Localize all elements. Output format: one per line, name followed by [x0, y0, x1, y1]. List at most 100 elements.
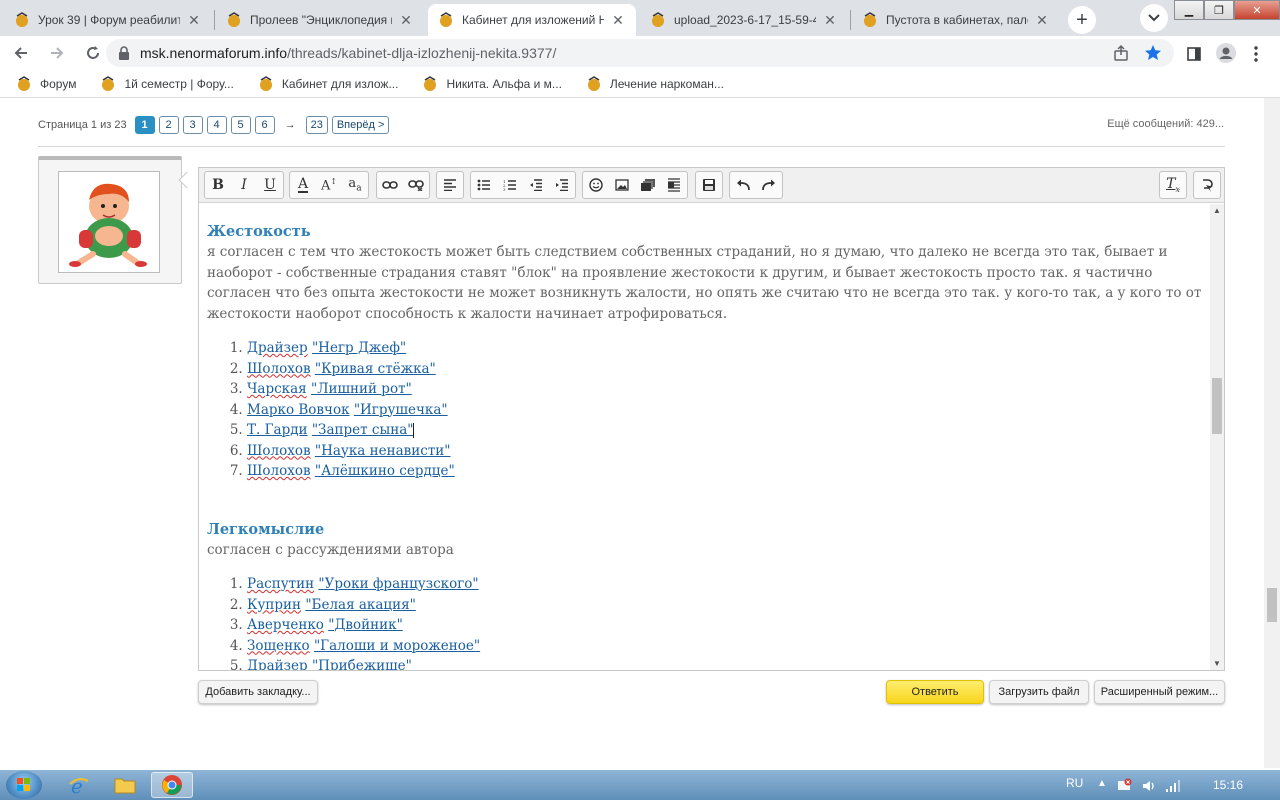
close-icon[interactable]: ✕ [398, 12, 414, 28]
reply-button[interactable]: Ответить [886, 680, 984, 704]
history-group [729, 171, 783, 199]
add-bookmark-button[interactable]: Добавить закладку... [198, 680, 318, 704]
scroll-down-icon[interactable]: ▼ [1213, 659, 1221, 668]
bookmark-item[interactable]: Никита. Альфа и м... [422, 75, 562, 92]
window-close-button[interactable]: ✕ [1234, 0, 1280, 20]
outdent-button[interactable] [523, 172, 549, 198]
browser-toolbar: msk.nenormaforum.info/threads/kabinet-dl… [0, 36, 1280, 70]
page-scroll-thumb[interactable] [1267, 588, 1277, 622]
start-button[interactable] [6, 771, 42, 799]
taskbar-chrome[interactable] [151, 772, 193, 798]
new-tab-button[interactable]: + [1068, 6, 1096, 34]
text-color-button[interactable]: A [290, 172, 316, 198]
editor-content[interactable]: Жестокость я согласен с тем что жестокос… [199, 204, 1210, 670]
page-scrollbar[interactable] [1264, 98, 1280, 768]
clock[interactable]: 15:16 [1213, 778, 1243, 792]
section-text: я согласен с тем что жестокость может бы… [207, 244, 1202, 322]
profile-button[interactable] [1215, 42, 1237, 64]
minimize-button[interactable]: ▁ [1174, 0, 1204, 20]
save-draft-button[interactable] [696, 172, 722, 198]
tab-search-button[interactable] [1140, 4, 1168, 32]
page-link-2[interactable]: 2 [158, 116, 179, 134]
bookmark-item[interactable]: Форум [16, 75, 76, 92]
link-button[interactable] [377, 172, 403, 198]
page-link-3[interactable]: 3 [182, 116, 203, 134]
reload-button[interactable] [78, 38, 108, 68]
bold-button[interactable]: B [205, 172, 231, 198]
redo-button[interactable] [756, 172, 782, 198]
taskbar-explorer[interactable] [104, 772, 146, 798]
close-icon[interactable]: ✕ [822, 12, 838, 28]
upload-file-button[interactable]: Загрузить файл [989, 680, 1089, 704]
bookmark-item[interactable]: 1й семестр | Фору... [100, 75, 234, 92]
smiley-icon [589, 178, 603, 192]
menu-button[interactable] [1246, 44, 1266, 64]
editor-scroll-thumb[interactable] [1212, 378, 1222, 434]
share-icon[interactable] [1112, 44, 1130, 62]
page-content: Страница 1 из 23 1 2 3 4 5 6 → 23 Вперёд… [0, 98, 1264, 768]
font-size-button[interactable]: A↕ [316, 172, 342, 198]
language-indicator[interactable]: RU [1066, 776, 1083, 790]
unlink-button[interactable] [403, 172, 429, 198]
numbered-list-button[interactable]: 123 [497, 172, 523, 198]
side-panel-button[interactable] [1184, 44, 1204, 64]
scroll-up-icon[interactable]: ▲ [1213, 206, 1221, 215]
forum-favicon-icon [16, 12, 28, 27]
forward-button[interactable] [42, 38, 72, 68]
user-block [38, 156, 182, 284]
tray-expand-icon[interactable]: ▲ [1097, 778, 1107, 789]
forum-favicon-icon [587, 75, 600, 91]
tab-1[interactable]: Пролеев "Энциклопедия п ✕ [216, 4, 424, 36]
next-page-link[interactable]: Вперёд > [331, 116, 390, 134]
close-icon[interactable]: ✕ [186, 12, 202, 28]
close-icon[interactable]: ✕ [610, 12, 626, 28]
page-link-4[interactable]: 4 [206, 116, 227, 134]
media-button[interactable] [635, 172, 661, 198]
page-link-1[interactable]: 1 [134, 116, 155, 134]
network-warning-icon[interactable] [1116, 778, 1132, 794]
outdent-icon [530, 179, 542, 191]
bbcode-group [1193, 171, 1221, 199]
page-link-5[interactable]: 5 [230, 116, 251, 134]
avatar[interactable] [58, 171, 160, 273]
quote-button[interactable] [661, 172, 687, 198]
image-button[interactable] [609, 172, 635, 198]
url-text: msk.nenormaforum.info/threads/kabinet-dl… [140, 45, 557, 61]
advanced-mode-button[interactable]: Расширенный режим... [1094, 680, 1225, 704]
undo-button[interactable] [730, 172, 756, 198]
tab-2[interactable]: Кабинет для изложений Н ✕ [428, 4, 636, 36]
font-family-button[interactable]: aa [342, 172, 368, 198]
more-messages-link[interactable]: Ещё сообщений: 429... [1107, 118, 1224, 130]
close-icon[interactable]: ✕ [1034, 12, 1050, 28]
bookmark-item[interactable]: Кабинет для излож... [258, 75, 398, 92]
italic-button[interactable]: I [231, 172, 257, 198]
text-caret [413, 423, 415, 438]
align-button[interactable] [437, 172, 463, 198]
page-link-6[interactable]: 6 [254, 116, 275, 134]
address-bar[interactable]: msk.nenormaforum.info/threads/kabinet-dl… [106, 39, 1174, 67]
back-button[interactable] [6, 38, 36, 68]
page-link-last[interactable]: 23 [305, 116, 328, 134]
bookmark-star-icon[interactable] [1144, 44, 1162, 62]
bookmark-item[interactable]: Лечение наркоман... [586, 75, 724, 92]
maximize-button[interactable]: ❐ [1204, 0, 1234, 20]
indent-button[interactable] [549, 172, 575, 198]
remove-formatting-button[interactable]: Tx [1160, 172, 1186, 198]
speaker-icon[interactable] [1141, 778, 1157, 794]
tab-3[interactable]: upload_2023-6-17_15-59-4 ✕ [640, 4, 851, 36]
bullet-list-button[interactable] [471, 172, 497, 198]
taskbar-ie[interactable]: e [58, 772, 100, 798]
list-item: Зощенко "Галоши и мороженое" [247, 636, 1202, 657]
chrome-icon [162, 775, 182, 795]
signal-strength-icon[interactable] [1165, 778, 1181, 794]
tab-4[interactable]: Пустота в кабинетах, пало ✕ [852, 4, 1060, 36]
font-size-icon: A↕ [320, 176, 338, 194]
editor-scrollbar[interactable]: ▲ ▼ [1210, 204, 1224, 670]
redo-icon [762, 179, 775, 191]
tab-0[interactable]: Урок 39 | Форум реабилит ✕ [4, 4, 215, 36]
underline-button[interactable]: U [257, 172, 283, 198]
chevron-down-icon [1148, 14, 1160, 22]
smilie-button[interactable] [583, 172, 609, 198]
toggle-bbcode-button[interactable] [1194, 172, 1220, 198]
forum-favicon-icon [102, 75, 115, 91]
